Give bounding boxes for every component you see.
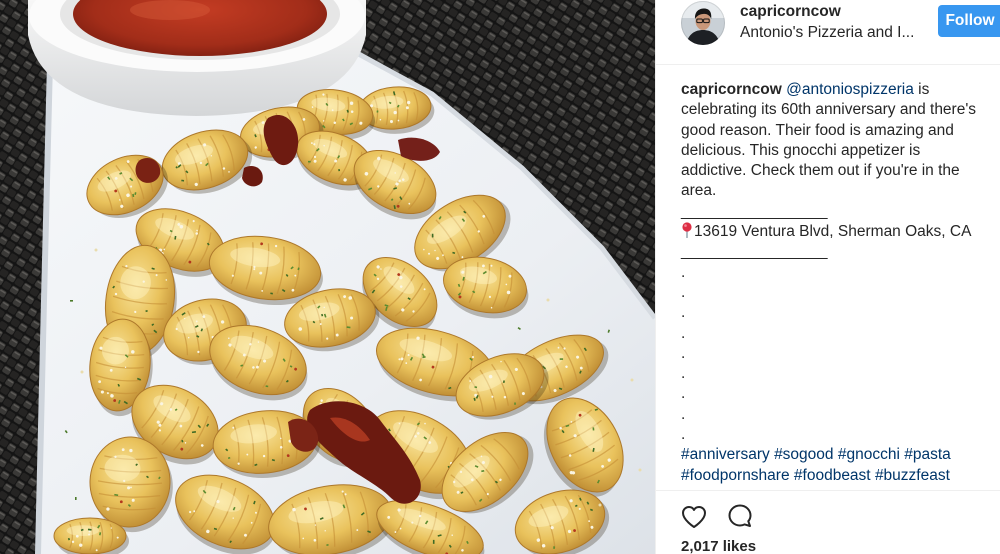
caption-dot: . [681,385,686,403]
header-divider [656,64,1000,65]
caption-address-line: 13619 Ventura Blvd, Sherman Oaks, CA [681,222,1000,242]
follow-button[interactable]: Follow [938,5,1000,37]
caption-dot: . [681,263,686,281]
herb-speck [75,497,77,500]
gnocchi-highlight [66,525,99,536]
post-side-panel: capricorncow Antonio's Pizzeria and I...… [655,0,1000,554]
herb-speck [431,233,434,238]
post-caption: capricorncow @antoniospizzeria is celebr… [681,80,1000,486]
caption-dot: . [681,283,686,301]
hashtag-link[interactable]: #buzzfeast [875,467,950,484]
hashtag-link[interactable]: #anniversary [681,446,770,463]
herb-speck [553,546,555,549]
comment-icon[interactable] [727,503,753,529]
caption-dot: . [681,324,686,342]
heart-icon[interactable] [681,505,707,529]
parmesan-speck [110,527,113,529]
parmesan-speck [598,503,602,507]
herb-speck [70,300,73,302]
parmesan-speck [116,536,119,539]
caption-text: is [918,81,930,98]
caption-dot: . [681,304,686,322]
caption-line: celebrating its 60th anniversary and the… [681,101,977,119]
herb-speck [514,402,516,405]
likes-count[interactable]: 2,017 likes [681,539,756,554]
hashtag-link[interactable]: #gnocchi [838,446,900,463]
parmesan-speck [88,533,91,536]
parmesan-speck [94,248,98,252]
author-username[interactable]: capricorncow [740,3,841,21]
parmesan-speck [79,543,83,547]
parmesan-speck [88,530,91,533]
parmesan-speck [546,298,550,302]
actions-divider [656,490,1000,491]
caption-line: addictive. Check them out if you're in t… [681,162,960,180]
caption-dot: . [681,426,686,444]
post-photo[interactable] [0,0,655,554]
avatar[interactable] [681,1,725,45]
herb-speck [376,110,379,113]
caption-line: area. [681,182,717,200]
hashtag-link[interactable]: #foodpornshare [681,467,790,484]
caption-separator: _________________ [681,202,828,220]
parmesan-speck [95,549,98,552]
herb-speck [87,528,92,531]
caption-line: good reason. Their food is amazing and [681,121,954,139]
herb-speck [307,160,311,163]
herb-speck [338,168,341,172]
parmesan-speck [638,468,642,472]
herb-speck [592,427,595,431]
hashtag-line: #anniversary #sogood #gnocchi #pasta [681,445,1000,465]
sauce-highlight [130,0,210,20]
hashtag-line: #foodpornshare #foodbeast #buzzfeast [681,466,1000,486]
caption-dot: . [681,405,686,423]
caption-separator: _________________ [681,243,828,261]
mention-link[interactable]: @antoniospizzeria [786,81,914,98]
herb-speck [559,358,564,360]
caption-address: 13619 Ventura Blvd, Sherman Oaks, CA [694,223,972,241]
caption-first-line: capricorncow @antoniospizzeria is [681,80,1000,100]
parmesan-speck [71,540,75,544]
hashtag-link[interactable]: #sogood [774,446,833,463]
hashtag-link[interactable]: #foodbeast [794,467,871,484]
parmesan-speck [75,534,79,538]
caption-dot: . [681,344,686,362]
hashtag-link[interactable]: #pasta [904,446,951,463]
profile-photo [681,1,725,45]
caption-dot: . [681,365,686,383]
post-location[interactable]: Antonio's Pizzeria and I... [740,24,914,42]
caption-username[interactable]: capricorncow [681,81,782,98]
caption-line: delicious. This gnocchi appetizer is [681,141,921,159]
herb-speck [432,539,435,544]
round-pushpin-icon [681,222,693,239]
parmesan-speck [80,370,84,374]
parmesan-speck [630,378,634,382]
